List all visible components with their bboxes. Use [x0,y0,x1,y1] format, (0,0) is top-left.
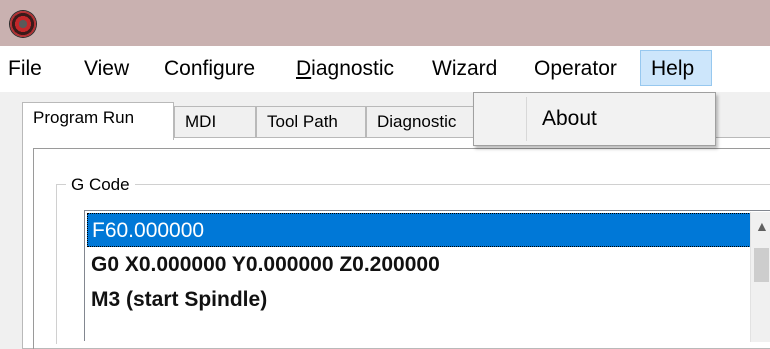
menu-diagnostic[interactable]: Diagnostic [296,56,394,82]
group-left-line [56,184,57,344]
gcode-line[interactable]: M3 (start Spindle) [87,283,751,317]
tab-program-run[interactable]: Program Run [22,102,174,140]
tab-mdi[interactable]: MDI [174,106,256,138]
menu-view[interactable]: View [84,56,129,82]
menu-bar: File View Configure Diagnostic Wizard Op… [0,46,770,92]
group-top-line [56,184,770,185]
app-icon[interactable] [10,11,36,37]
menu-help-label: Help [651,57,695,80]
gcode-listbox[interactable]: F60.000000 G0 X0.000000 Y0.000000 Z0.200… [84,210,770,341]
scroll-thumb[interactable] [754,248,769,282]
title-bar [0,0,770,46]
tab-diagnostic[interactable]: Diagnostic [366,106,486,138]
scroll-up-arrow-icon[interactable]: ▲ [755,218,769,234]
menu-operator[interactable]: Operator [534,56,617,82]
menu-wizard[interactable]: Wizard [432,56,497,82]
gcode-line[interactable]: G0 X0.000000 Y0.000000 Z0.200000 [87,248,751,282]
gcode-line[interactable]: F60.000000 [87,213,751,247]
help-dropdown-menu: About [473,92,716,146]
menu-help[interactable]: Help [640,50,712,86]
tab-tool-path[interactable]: Tool Path [256,106,366,138]
gcode-group-label: G Code [66,175,135,195]
menu-item-about[interactable]: About [542,106,597,132]
menu-configure[interactable]: Configure [164,56,255,82]
menu-file[interactable]: File [8,56,42,82]
gcode-scrollbar[interactable]: ▲ [750,212,770,342]
menu-separator [526,97,527,141]
